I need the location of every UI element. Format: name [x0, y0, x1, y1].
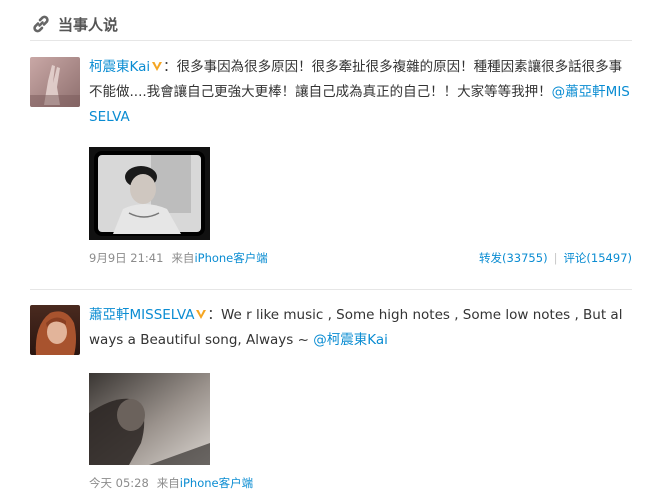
post-divider: [30, 289, 632, 290]
action-separator: |: [553, 251, 558, 265]
post-actions: 转发(33755) | 评论(15497): [479, 250, 632, 266]
v-badge-icon: [152, 62, 163, 71]
post-source[interactable]: iPhone客户端: [180, 476, 253, 490]
author-name[interactable]: 柯震東Kai: [89, 59, 150, 75]
section-header: 当事人说: [30, 10, 118, 38]
author-name[interactable]: 蕭亞軒MISSELVA: [89, 307, 194, 323]
post-meta: 今天 05:28 来自iPhone客户端: [89, 475, 632, 491]
post-body: ：很多事因為很多原因！很多牽扯很多複雜的原因！種種因素讓很多話很多事不能做...…: [89, 59, 623, 100]
post-source[interactable]: iPhone客户端: [194, 251, 267, 265]
post-text: 柯震東Kai ：很多事因為很多原因！很多牽扯很多複雜的原因！種種因素讓很多話很多事…: [89, 55, 632, 130]
avatar[interactable]: [30, 57, 80, 107]
v-badge-icon: [196, 310, 207, 319]
post-time[interactable]: 今天 05:28: [89, 476, 149, 490]
post-time[interactable]: 9月9日 21:41: [89, 251, 163, 265]
section-title: 当事人说: [58, 15, 119, 34]
from-label: 来自: [156, 476, 180, 490]
repost-button[interactable]: 转发(33755): [479, 251, 548, 265]
from-label: 来自: [171, 251, 195, 265]
link-icon: [33, 15, 49, 33]
post-text: 蕭亞軒MISSELVA ：We r like music , Some high …: [89, 303, 632, 353]
mention-link[interactable]: @柯震東Kai: [313, 332, 388, 348]
header-divider: [30, 40, 632, 41]
post-meta: 9月9日 21:41 来自iPhone客户端 转发(33755) | 评论(15497…: [89, 250, 632, 266]
avatar[interactable]: [30, 305, 80, 355]
post-photo[interactable]: [89, 147, 210, 240]
comment-button[interactable]: 评论(15497): [563, 251, 632, 265]
post-photo[interactable]: [89, 373, 210, 465]
